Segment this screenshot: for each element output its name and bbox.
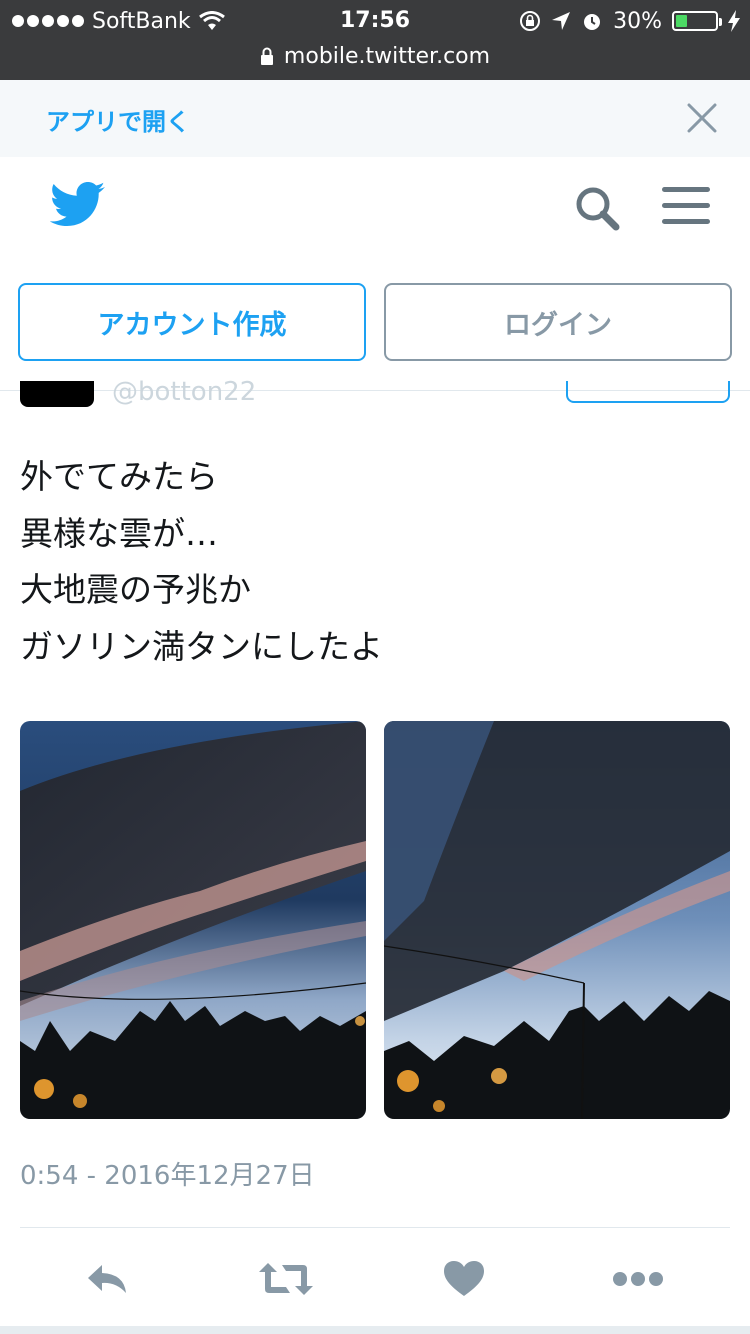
tweet-timestamp[interactable]: 0:54 - 2016年12月27日	[20, 1155, 315, 1192]
tweet-text-line: 異様な雲が…	[20, 513, 218, 553]
tweet-photo[interactable]	[384, 721, 730, 1119]
app-banner: アプリで開く	[0, 80, 750, 157]
tweet-text-line: 大地震の予兆か	[20, 570, 251, 609]
lock-icon	[260, 47, 273, 65]
heart-icon	[444, 1261, 484, 1296]
tweet-actions	[0, 1251, 750, 1307]
follow-button[interactable]	[566, 381, 730, 403]
location-icon	[552, 12, 571, 30]
signup-button[interactable]: アカウント作成	[18, 283, 366, 361]
rotation-lock-icon	[520, 11, 541, 31]
reply-button[interactable]	[80, 1251, 136, 1307]
divider	[20, 1227, 730, 1228]
retweet-button[interactable]	[258, 1251, 314, 1307]
address-bar[interactable]: mobile.twitter.com	[0, 40, 750, 72]
battery-percent: 30%	[613, 8, 662, 34]
login-button[interactable]: ログイン	[384, 283, 732, 361]
alarm-icon	[584, 14, 601, 30]
open-in-app-link[interactable]: アプリで開く	[46, 102, 190, 137]
like-button[interactable]	[436, 1251, 492, 1307]
battery-icon	[672, 11, 722, 31]
reply-icon	[88, 1265, 126, 1293]
more-button[interactable]	[610, 1251, 666, 1307]
tweet-text-line: 外でてみたら	[20, 457, 218, 496]
site-header	[0, 157, 750, 267]
close-icon[interactable]	[684, 100, 720, 136]
auth-buttons: アカウント作成 ログイン	[0, 267, 750, 377]
search-icon[interactable]	[574, 185, 620, 231]
url-text: mobile.twitter.com	[283, 43, 491, 69]
retweet-icon	[259, 1263, 313, 1295]
user-handle[interactable]: @botton22	[112, 377, 256, 407]
more-icon	[613, 1272, 663, 1286]
menu-icon[interactable]	[662, 187, 710, 225]
tweet-photo[interactable]	[20, 721, 366, 1119]
charging-icon	[728, 10, 740, 32]
tweet: @botton22 外でてみたら 異様な雲が… 大地震の予兆か ガソリン満タンに…	[0, 377, 750, 1334]
twitter-logo-icon[interactable]	[50, 181, 106, 229]
tweet-text: 外でてみたら 異様な雲が… 大地震の予兆か ガソリン満タンにしたよ	[20, 449, 730, 675]
avatar[interactable]	[20, 381, 94, 407]
page-bottom-edge	[0, 1326, 750, 1334]
status-bar: SoftBank 17:56 30% mobile.twitter.com	[0, 0, 750, 80]
tweet-text-line: ガソリン満タンにしたよ	[20, 626, 383, 666]
